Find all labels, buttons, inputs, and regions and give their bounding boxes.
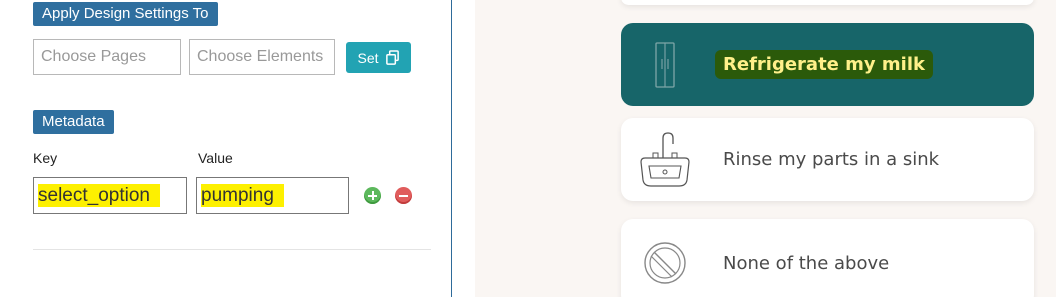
set-button[interactable]: Set (346, 42, 411, 73)
design-settings-panel: Apply Design Settings To Choose Pages Ch… (0, 0, 452, 297)
choose-elements-input[interactable]: Choose Elements (189, 39, 335, 75)
panel-gap (453, 0, 475, 297)
option-card-none[interactable]: None of the above (621, 219, 1034, 297)
prohibited-icon (635, 239, 695, 287)
screenshot-root: Apply Design Settings To Choose Pages Ch… (0, 0, 1056, 297)
option-card-rinse[interactable]: Rinse my parts in a sink (621, 118, 1034, 201)
option-card-partial (621, 0, 1034, 5)
refrigerator-icon (635, 41, 695, 89)
set-button-label: Set (357, 49, 379, 66)
metadata-key-value: select_option (38, 184, 160, 207)
metadata-key-input[interactable]: select_option (33, 177, 187, 214)
copy-icon (385, 50, 399, 65)
key-label: Key (33, 150, 58, 166)
metadata-value-value: pumping (201, 184, 284, 207)
minus-icon (399, 194, 408, 197)
option-label-refrigerate: Refrigerate my milk (715, 50, 933, 79)
divider (33, 249, 431, 250)
remove-metadata-button[interactable] (395, 187, 412, 204)
sink-icon (635, 128, 695, 192)
value-label: Value (198, 150, 233, 166)
apply-design-settings-label: Apply Design Settings To (33, 2, 218, 26)
option-card-refrigerate[interactable]: Refrigerate my milk (621, 23, 1034, 106)
metadata-label: Metadata (33, 110, 114, 134)
choose-pages-input[interactable]: Choose Pages (33, 39, 181, 75)
metadata-value-input[interactable]: pumping (196, 177, 349, 214)
add-metadata-button[interactable] (364, 187, 381, 204)
option-label-none: None of the above (723, 252, 890, 274)
option-label-rinse: Rinse my parts in a sink (723, 149, 940, 170)
plus-icon-vertical (371, 191, 374, 200)
preview-panel: Refrigerate my milk Rinse my parts in a … (475, 0, 1056, 297)
